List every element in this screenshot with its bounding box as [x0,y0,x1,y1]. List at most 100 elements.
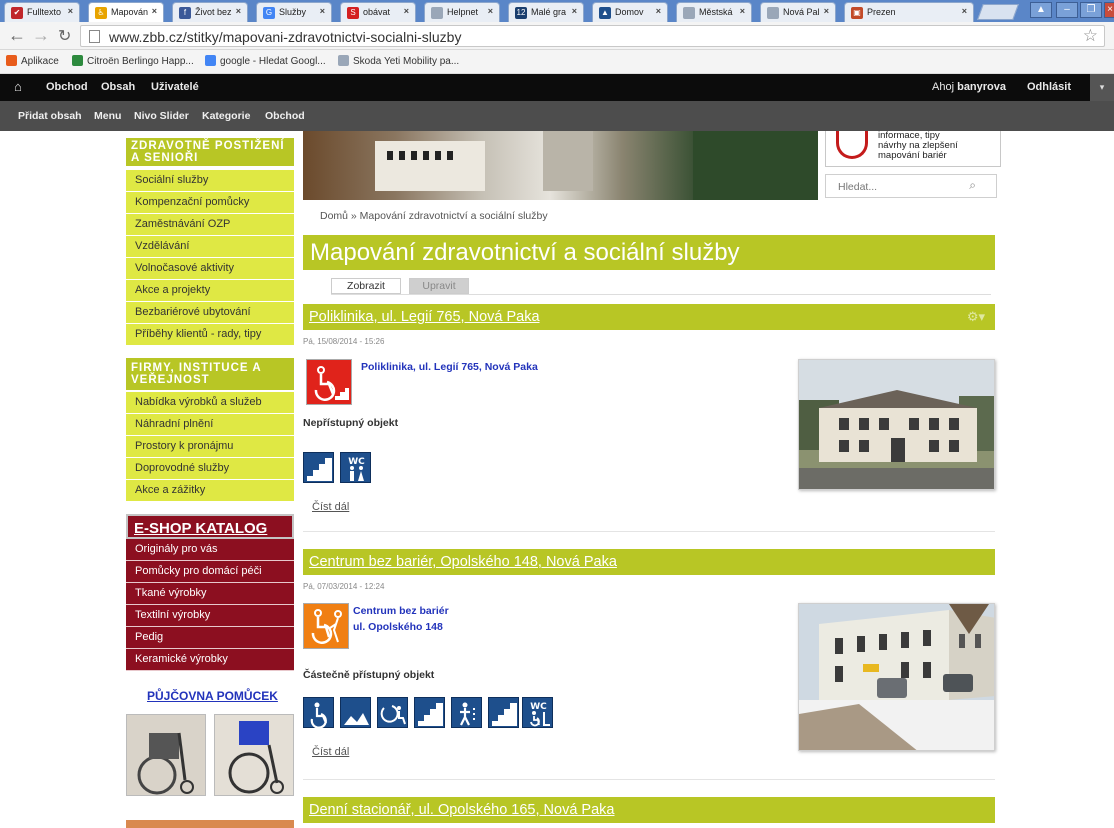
post-title-text[interactable]: Poliklinika, ul. Legií 765, Nová Paka [309,309,540,325]
browser-tab[interactable]: ✔ Fulltexto × [4,2,80,22]
post-title[interactable]: Centrum bez bariér, Opolského 148, Nová … [303,549,995,575]
gear-icon[interactable]: ⚙▾ [967,304,985,330]
shortcut-nivo-slider[interactable]: Nivo Slider [134,110,189,122]
shortcut-menu[interactable]: Menu [94,110,121,122]
back-arrow-icon[interactable]: ← [8,25,26,46]
post-title-text[interactable]: Centrum bez bariér, Opolského 148, Nová … [309,554,617,570]
sidebar-item[interactable]: Nabídka výrobků a služeb [126,392,294,414]
window-close-icon[interactable]: × [1104,2,1114,18]
search-input[interactable]: Hledat... ⌕ [825,174,997,198]
page-icon [89,30,100,43]
read-more-link[interactable]: Číst dál [312,501,349,513]
post-title[interactable]: Poliklinika, ul. Legií 765, Nová Paka ⚙▾ [303,304,995,330]
minimize-icon[interactable]: – [1056,2,1078,18]
address-bar[interactable]: www.zbb.cz/stitky/mapovani-zdravotnictvi… [80,25,1105,47]
eshop-item[interactable]: Tkané výrobky [126,583,294,605]
sidebar-item[interactable]: Kompenzační pomůcky [126,192,294,214]
browser-tab[interactable]: Nová Pal × [760,2,836,22]
shortcut-categories[interactable]: Kategorie [202,110,250,122]
username[interactable]: banyrova [957,81,1006,93]
browser-tab[interactable]: ▣ Prezen × [844,2,974,22]
bookmark-google[interactable]: google - Hledat Googl... [205,55,326,67]
shortcut-shop[interactable]: Obchod [265,110,305,122]
sidebar-item[interactable]: Vzdělávání [126,236,294,258]
tab-edit[interactable]: Upravit [409,278,469,294]
browser-tab[interactable]: G Služby × [256,2,332,22]
bookmark-apps[interactable]: Aplikace [6,55,59,67]
sidebar-item[interactable]: Bezbariérové ubytování [126,302,294,324]
sidebar-item[interactable]: Prostory k pronájmu [126,436,294,458]
barrier-info-box[interactable]: informace, tipy návrhy na zlepšení mapován… [825,131,1001,167]
shortcut-add-content[interactable]: Přidat obsah [18,110,82,122]
equipment-rental-link[interactable]: PŮJČOVNA POMŮCEK [147,689,278,703]
wheelchair-photo[interactable] [126,714,206,796]
banner-window [447,151,453,160]
close-icon[interactable]: × [656,6,661,16]
bookmark-citroen[interactable]: Citroën Berlingo Happ... [72,55,194,67]
close-icon[interactable]: × [488,6,493,16]
close-icon[interactable]: × [740,6,745,16]
red-swoosh-icon: ✔ [11,7,23,19]
post-link[interactable]: Centrum bez bariér ul. Opolského 148 [353,603,449,635]
post-link[interactable]: Poliklinika, ul. Legií 765, Nová Paka [361,359,538,375]
sidebar-item[interactable]: Doprovodné služby [126,458,294,480]
post-link-text[interactable]: Centrum bez bariér [353,603,449,619]
eshop-item[interactable]: Textilní výrobky [126,605,294,627]
sidebar-item[interactable]: Volnočasové aktivity [126,258,294,280]
close-icon[interactable]: × [152,6,157,16]
admin-item-uzivatele[interactable]: Uživatelé [151,81,199,93]
user-icon[interactable]: ▲ [1030,2,1052,18]
close-icon[interactable]: × [404,6,409,16]
new-tab-button[interactable] [977,4,1019,20]
home-icon[interactable]: ⌂ [14,79,22,94]
tab-view[interactable]: Zobrazit [331,278,401,294]
sidebar-section-title: Zdravotně postižení a senioři [126,138,294,166]
eshop-item[interactable]: Originály pro vás [126,539,294,561]
bookmark-star-icon[interactable]: ☆ [1083,26,1098,46]
eshop-item[interactable]: Pedig [126,627,294,649]
close-icon[interactable]: × [320,6,325,16]
post-link-text[interactable]: Poliklinika, ul. Legií 765, Nová Paka [361,359,538,375]
close-icon[interactable]: × [572,6,577,16]
info-line: mapování bariér [878,150,947,161]
browser-tab-active[interactable]: ♿ Mapován × [88,2,164,22]
sidebar-item[interactable]: Zaměstnávání OZP [126,214,294,236]
close-icon[interactable]: × [236,6,241,16]
search-icon[interactable]: ⌕ [969,178,976,193]
toolbar-toggle-button[interactable]: ▾ [1090,74,1114,101]
read-more-link[interactable]: Číst dál [312,746,349,758]
eshop-item[interactable]: Pomůcky pro domácí péči [126,561,294,583]
reload-icon[interactable]: ↻ [58,26,71,46]
browser-tab[interactable]: 12 Malé gra × [508,2,584,22]
maximize-icon[interactable]: ❐ [1080,2,1102,18]
close-icon[interactable]: × [68,6,73,16]
sidebar-item[interactable]: Příběhy klientů - rady, tipy [126,324,294,346]
post-link-text[interactable]: ul. Opolského 148 [353,619,449,635]
forward-arrow-icon[interactable]: → [32,25,50,46]
eshop-item[interactable]: Keramické výrobky [126,649,294,671]
admin-item-obchod[interactable]: Obchod [46,81,88,93]
browser-tab[interactable]: Sobávat × [340,2,416,22]
sidebar-item[interactable]: Náhradní plnění [126,414,294,436]
logout-link[interactable]: Odhlásit [1027,81,1071,93]
centrum-photo[interactable] [798,603,995,751]
post-title-text[interactable]: Denní stacionář, ul. Opolského 165, Nová… [309,802,614,818]
sidebar-item[interactable]: Akce a zážitky [126,480,294,502]
admin-item-obsah[interactable]: Obsah [101,81,135,93]
bookmark-skoda[interactable]: Skoda Yeti Mobility pa... [338,55,459,67]
building-image [799,360,994,489]
close-icon[interactable]: × [962,6,967,16]
sidebar-item[interactable]: Sociální služby [126,170,294,192]
eshop-title[interactable]: E-SHOP KATALOG [126,514,294,539]
browser-tab[interactable]: Městská × [676,2,752,22]
post-title[interactable]: Denní stacionář, ul. Opolského 165, Nová… [303,797,995,823]
browser-tab[interactable]: Helpnet × [424,2,500,22]
poliklinika-photo[interactable] [798,359,995,490]
close-icon[interactable]: × [824,6,829,16]
breadcrumb[interactable]: Domů » Mapování zdravotnictví a sociální… [320,210,548,222]
browser-tab[interactable]: f Život bez × [172,2,248,22]
wheelchair-photo[interactable] [214,714,294,796]
sidebar-item[interactable]: Akce a projekty [126,280,294,302]
browser-tab[interactable]: ▲ Domov × [592,2,668,22]
stairs-glyph [418,703,443,726]
